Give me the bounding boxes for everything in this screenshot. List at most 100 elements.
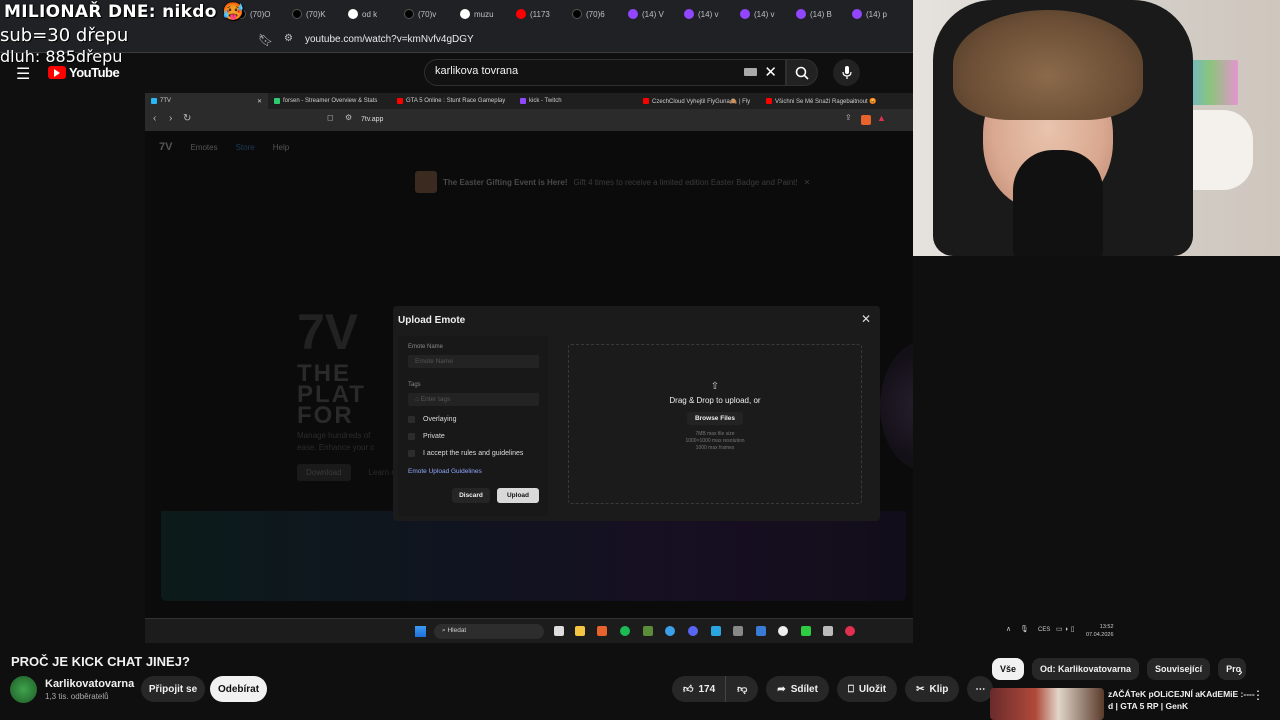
hero-gradient <box>161 511 906 601</box>
minecraft-icon[interactable] <box>643 626 653 636</box>
browser-tab[interactable]: (14) p <box>852 3 904 25</box>
bookmark-icon[interactable]: 🔖︎ <box>258 33 273 47</box>
reload-icon[interactable]: ↻ <box>183 113 191 124</box>
tray-mic-icon[interactable]: 🎙︎ <box>1020 625 1029 633</box>
youtube-play-icon <box>48 66 66 79</box>
rewards-icon[interactable]: ▲ <box>877 113 886 123</box>
bookmark-icon[interactable]: ◻︎ <box>327 113 334 122</box>
paint-icon[interactable] <box>756 626 766 636</box>
tags-input[interactable]: ⌂ Enter tags <box>408 393 539 406</box>
inner-tab[interactable]: kick - Twitch <box>514 93 637 109</box>
search-input[interactable]: karlikova tovrana ✕ <box>424 59 786 86</box>
save-button[interactable]: ⎕ Uložit <box>836 676 898 702</box>
inner-tab[interactable]: 7TV ✕ <box>145 93 268 109</box>
7tv-logo[interactable]: 7V <box>159 141 172 153</box>
chip-all[interactable]: Vše <box>992 658 1025 680</box>
network-volume-battery-icons[interactable]: ▭ ◗ ▯ <box>1056 625 1075 633</box>
url-field[interactable]: 7tv.app <box>361 116 383 123</box>
task-view-icon[interactable] <box>554 626 564 636</box>
browser-tab[interactable]: (70)v <box>404 3 456 25</box>
like-button[interactable]: 👍︎ 174 <box>672 676 726 702</box>
channel-avatar[interactable] <box>10 676 37 703</box>
taskbar-search[interactable]: ⌕ Hledat <box>434 624 544 639</box>
nav-help[interactable]: Help <box>273 143 289 152</box>
keyboard-icon[interactable] <box>744 68 757 76</box>
private-checkbox[interactable]: Private <box>408 433 445 440</box>
tray-chevron-icon[interactable]: ∧ <box>1006 625 1011 633</box>
calculator-icon[interactable] <box>711 626 721 636</box>
browse-files-button[interactable]: Browse Files <box>686 412 744 425</box>
brave-shield-icon[interactable] <box>861 115 871 125</box>
language-indicator[interactable]: CES <box>1038 627 1050 633</box>
file-explorer-icon[interactable] <box>575 626 585 636</box>
youtube-logo[interactable]: YouTube <box>48 65 120 80</box>
share-icon[interactable]: ⇪ <box>845 113 852 122</box>
overlaying-checkbox[interactable]: Overlaying <box>408 416 456 423</box>
inner-tab[interactable]: GTA 5 Online : Stunt Race Gameplay <box>391 93 514 109</box>
clear-search-icon[interactable]: ✕ <box>764 63 777 81</box>
checkbox-box[interactable] <box>408 450 415 457</box>
spotify-icon[interactable] <box>620 626 630 636</box>
browser-tab[interactable]: (14) v <box>684 3 736 25</box>
nav-store[interactable]: Store <box>236 143 255 152</box>
share-button[interactable]: ➦ Sdílet <box>766 676 829 702</box>
checkbox-box[interactable] <box>408 416 415 423</box>
emote-name-input[interactable]: Emote Name <box>408 355 539 368</box>
snipping-tool-icon[interactable] <box>823 626 833 636</box>
checkbox-box[interactable] <box>408 433 415 440</box>
more-vert-icon[interactable]: ⋮ <box>1252 688 1264 702</box>
browser-tab[interactable]: od k <box>348 3 400 25</box>
clip-button[interactable]: ✂ Klip <box>905 676 960 702</box>
close-icon[interactable]: ✕ <box>861 312 871 326</box>
channel-name[interactable]: Karlikovatovarna <box>45 678 134 690</box>
recommended-video-title[interactable]: zAČÁTeK pOLiCEJNÍ aKAdEMiE :----d | GTA … <box>1108 688 1258 712</box>
chip-from-channel[interactable]: Od: Karlikovatovarna <box>1032 658 1140 680</box>
drop-zone[interactable]: ⇧ Drag & Drop to upload, or Browse Files… <box>568 344 862 504</box>
brave-icon[interactable] <box>597 626 607 636</box>
video-player[interactable]: 7TV ✕ forsen - Streamer Overview & Stats … <box>145 93 913 643</box>
search-button[interactable] <box>786 59 818 86</box>
windows-start-icon[interactable] <box>415 626 426 637</box>
inner-tab[interactable]: Všichni Se Mě Snaží Ragebaitnout 😡 <box>760 93 883 109</box>
microphone-app-icon[interactable] <box>733 626 743 636</box>
browser-tab[interactable]: (70)6 <box>572 3 624 25</box>
chip-related[interactable]: Související <box>1147 658 1211 680</box>
taskbar-clock[interactable]: 13:52 07.04.2026 <box>1086 623 1114 639</box>
url-field[interactable]: youtube.com/watch?v=kmNvfv4gDGY <box>305 34 474 45</box>
inner-tab[interactable]: CzechCloud Vyhejtil FlyGuna🙈 | Fly <box>637 93 760 109</box>
recommended-video[interactable]: zAČÁTeK pOLiCEJNÍ aKAdEMiE :----d | GTA … <box>990 686 1275 720</box>
close-icon[interactable]: ✕ <box>804 178 811 187</box>
hamburger-menu-icon[interactable]: ☰ <box>16 64 30 84</box>
browser-tab[interactable]: (1173 <box>516 3 568 25</box>
accept-rules-checkbox[interactable]: I accept the rules and guidelines <box>408 450 523 457</box>
obs-icon[interactable] <box>845 626 855 636</box>
browser-tab[interactable]: (14) V <box>628 3 680 25</box>
upload-button[interactable]: Upload <box>497 488 539 503</box>
site-info-icon[interactable]: ⚙︎ <box>345 113 352 122</box>
join-button[interactable]: Připojit se <box>141 676 205 702</box>
guidelines-link[interactable]: Emote Upload Guidelines <box>408 468 482 475</box>
download-button[interactable]: Download <box>297 464 351 481</box>
green-app-icon[interactable] <box>801 626 811 636</box>
browser-tab[interactable]: muzu <box>460 3 512 25</box>
inner-tab[interactable]: forsen - Streamer Overview & Stats <box>268 93 391 109</box>
back-icon[interactable]: ‹ <box>153 113 156 124</box>
site-info-icon[interactable]: ⚙︎ <box>284 33 293 44</box>
close-icon[interactable]: ✕ <box>257 98 262 105</box>
chevron-right-icon[interactable]: › <box>1238 663 1243 679</box>
discord-icon[interactable] <box>688 626 698 636</box>
browser-tab[interactable]: (14) B <box>796 3 848 25</box>
browser-tab[interactable]: (70)K <box>292 3 344 25</box>
dislike-button[interactable]: 👎︎ <box>725 676 759 702</box>
voice-search-button[interactable] <box>833 59 860 86</box>
edge-icon[interactable] <box>665 626 675 636</box>
forward-icon[interactable]: › <box>169 113 172 124</box>
subscribe-button[interactable]: Odebírat <box>210 676 267 702</box>
tab-label: (14) v <box>698 9 719 19</box>
video-thumbnail[interactable] <box>990 688 1104 720</box>
discard-button[interactable]: Discard <box>452 488 490 503</box>
nav-emotes[interactable]: Emotes <box>190 143 217 152</box>
media-player-icon[interactable] <box>778 626 788 636</box>
browser-tab[interactable]: (14) v <box>740 3 792 25</box>
tiktok-icon <box>572 9 582 19</box>
